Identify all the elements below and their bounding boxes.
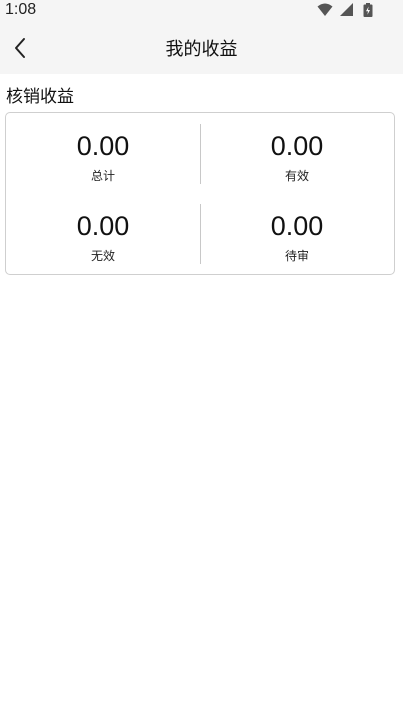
wifi-icon xyxy=(317,3,333,16)
stat-invalid-label: 无效 xyxy=(90,249,115,263)
stat-pending-value: 0.00 xyxy=(270,211,324,241)
stat-valid-label: 有效 xyxy=(284,169,309,183)
stat-total-label: 总计 xyxy=(90,169,115,183)
stat-total[interactable]: 0.00 总计 xyxy=(6,117,200,197)
stat-valid-value: 0.00 xyxy=(270,131,324,161)
stat-pending-label: 待审 xyxy=(284,249,309,263)
signal-icon xyxy=(339,3,353,16)
stat-total-value: 0.00 xyxy=(76,131,130,161)
status-icons xyxy=(317,3,373,17)
divider xyxy=(200,124,201,184)
battery-icon xyxy=(363,3,373,17)
stat-invalid-value: 0.00 xyxy=(76,211,130,241)
page-title: 我的收益 xyxy=(165,39,238,60)
divider xyxy=(200,204,201,264)
stat-invalid[interactable]: 0.00 无效 xyxy=(6,197,200,277)
status-bar: 1:08 xyxy=(0,0,403,22)
earnings-card: 0.00 总计 0.00 有效 0.00 无效 0.00 待审 xyxy=(5,112,395,275)
section-title: 核销收益 xyxy=(6,87,74,107)
status-time: 1:08 xyxy=(5,1,37,18)
app-bar: 我的收益 xyxy=(0,22,403,74)
stat-valid[interactable]: 0.00 有效 xyxy=(200,117,394,197)
stat-pending[interactable]: 0.00 待审 xyxy=(200,197,394,277)
